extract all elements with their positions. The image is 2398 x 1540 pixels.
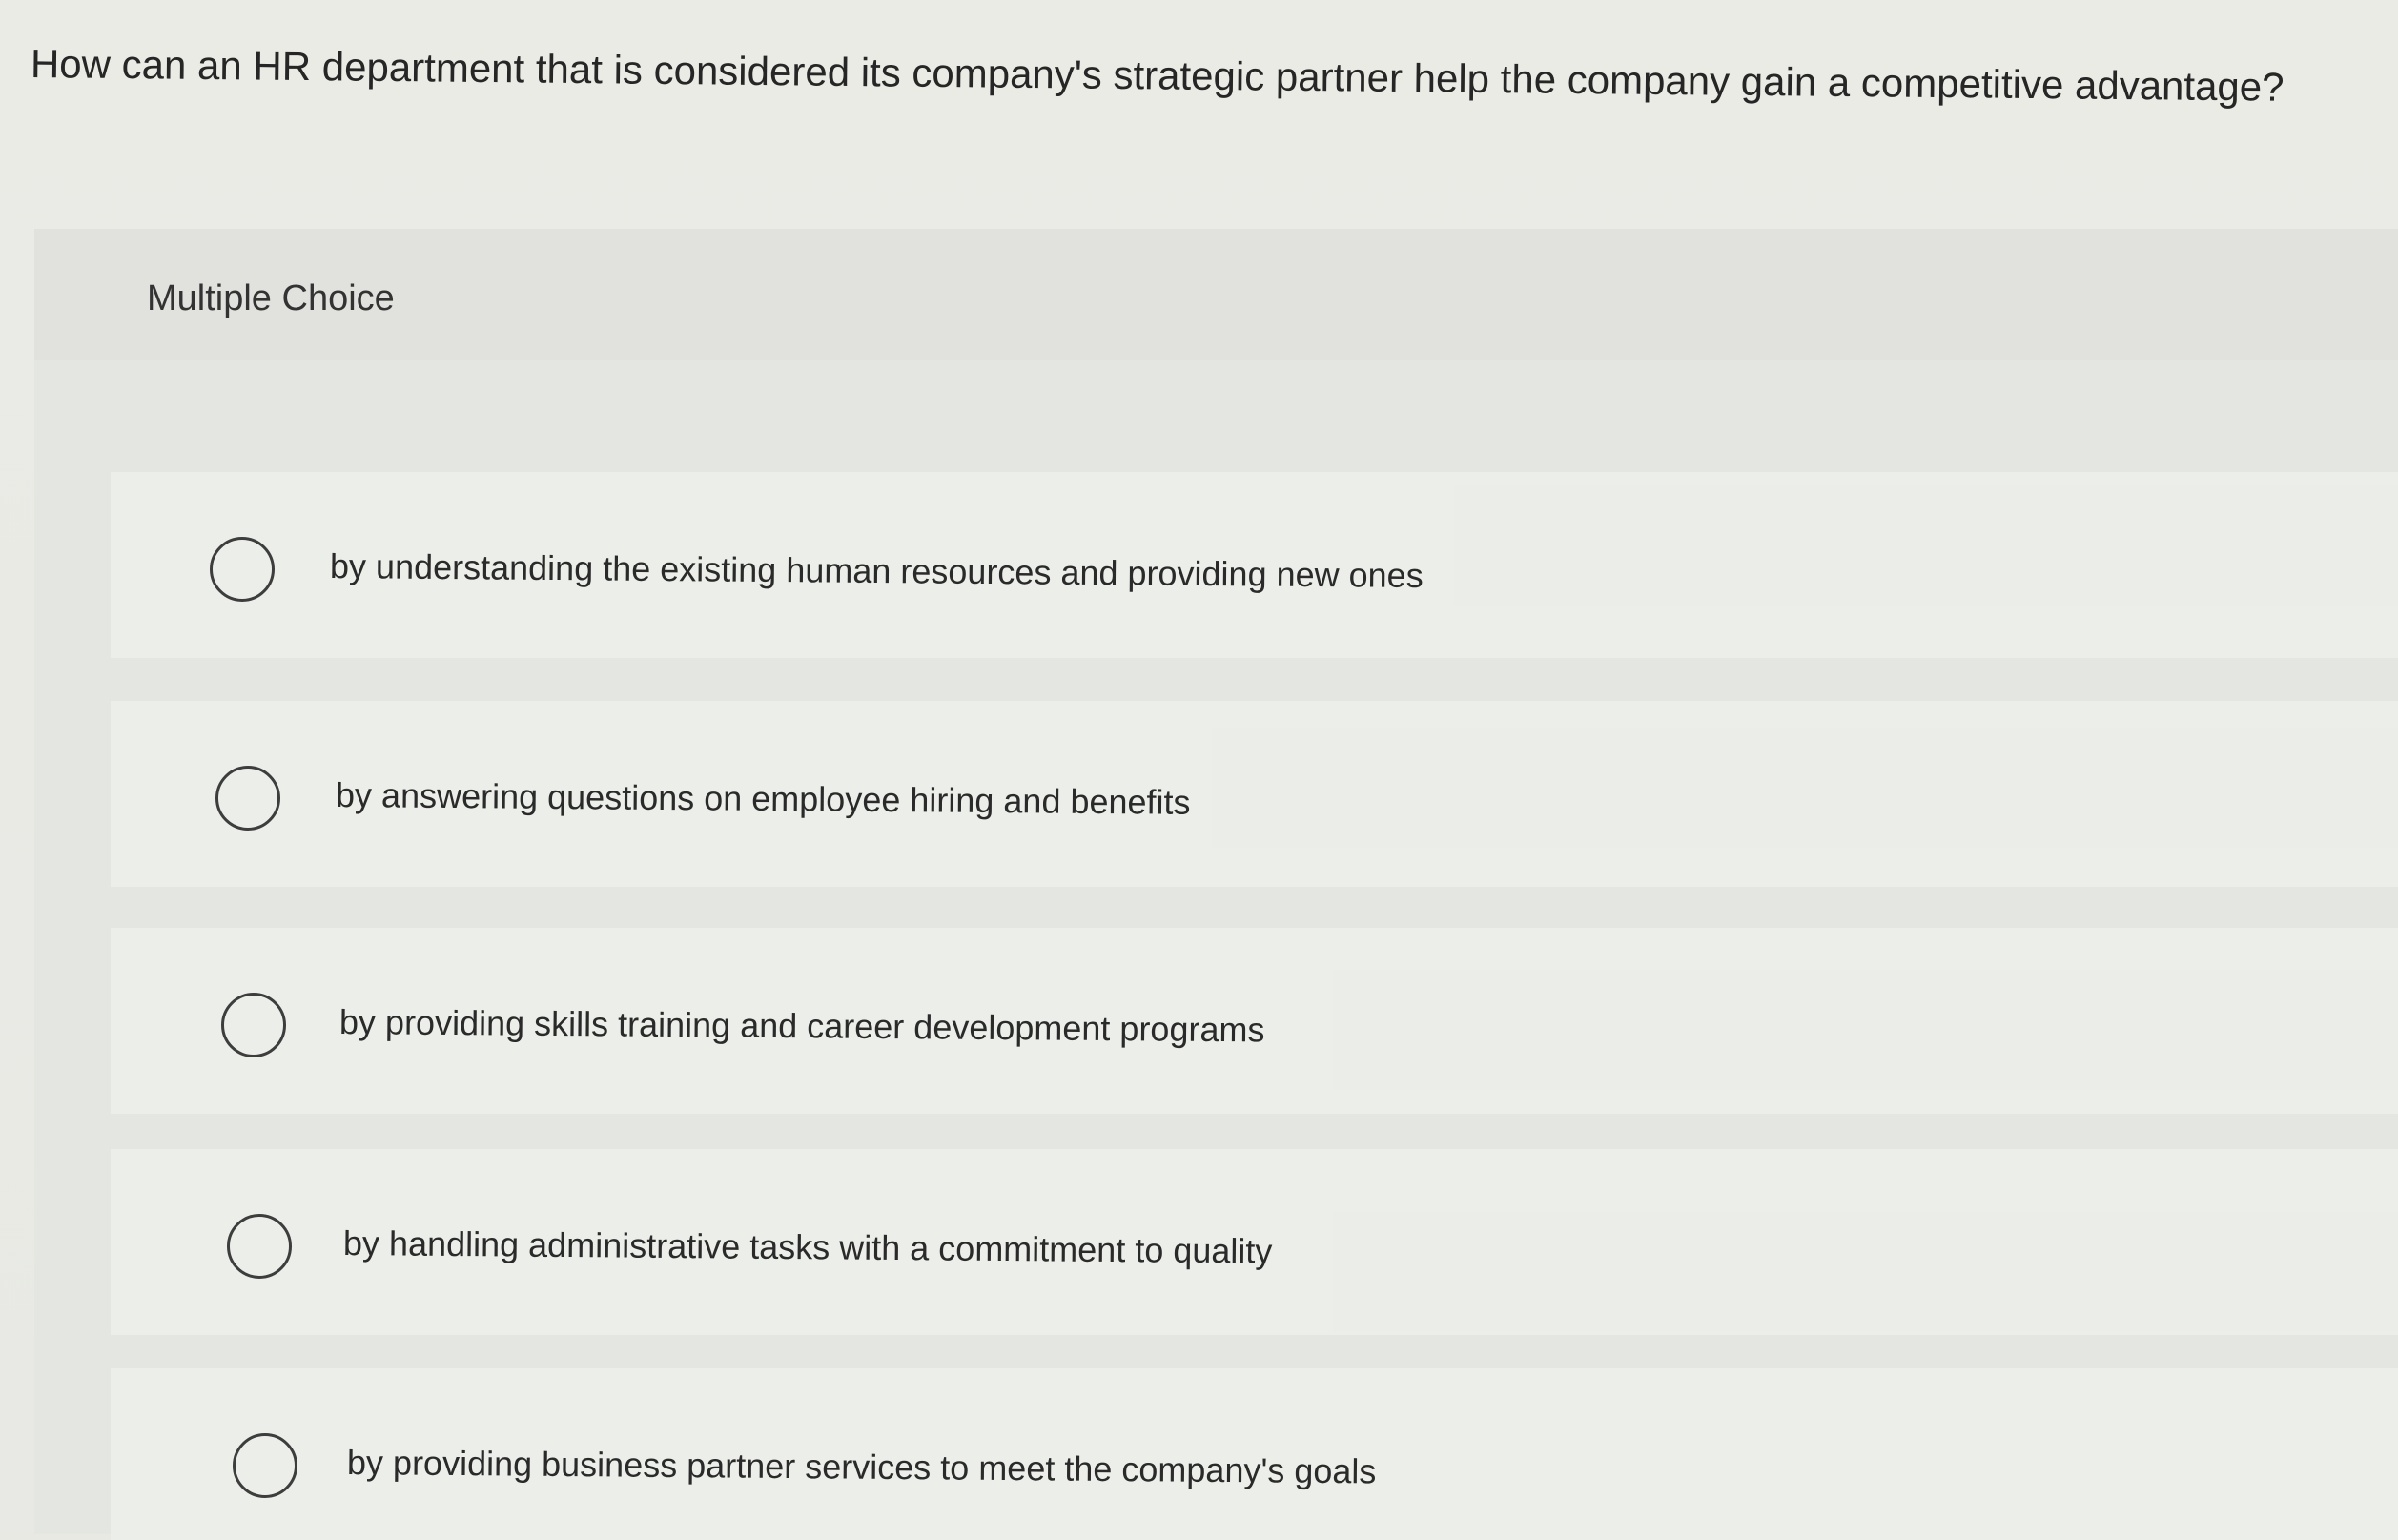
answer-option[interactable]: by providing skills training and career … [111,928,2398,1114]
answer-option[interactable]: by handling administrative tasks with a … [111,1149,2398,1335]
answer-option[interactable]: by answering questions on employee hirin… [111,701,2398,887]
radio-button[interactable] [221,993,286,1057]
answer-option[interactable]: by understanding the existing human reso… [111,472,2398,658]
answer-option-label: by understanding the existing human reso… [329,546,1424,596]
answer-option-label: by handling administrative tasks with a … [342,1223,1273,1271]
multiple-choice-card: Multiple Choice by understanding the exi… [34,229,2398,1540]
question-text: How can an HR department that is conside… [30,41,2285,110]
question-type-label: Multiple Choice [147,278,395,318]
radio-button[interactable] [210,537,275,602]
answer-option[interactable]: by providing business partner services t… [111,1368,2398,1540]
page-background: How can an HR department that is conside… [0,0,2398,1540]
card-header: Multiple Choice [34,229,2398,360]
radio-button[interactable] [215,766,280,831]
answer-option-label: by providing business partner services t… [346,1443,1377,1491]
answer-option-label: by providing skills training and career … [338,1002,1265,1050]
radio-button[interactable] [233,1433,297,1498]
radio-button[interactable] [227,1214,292,1279]
answer-option-label: by answering questions on employee hirin… [335,775,1191,822]
